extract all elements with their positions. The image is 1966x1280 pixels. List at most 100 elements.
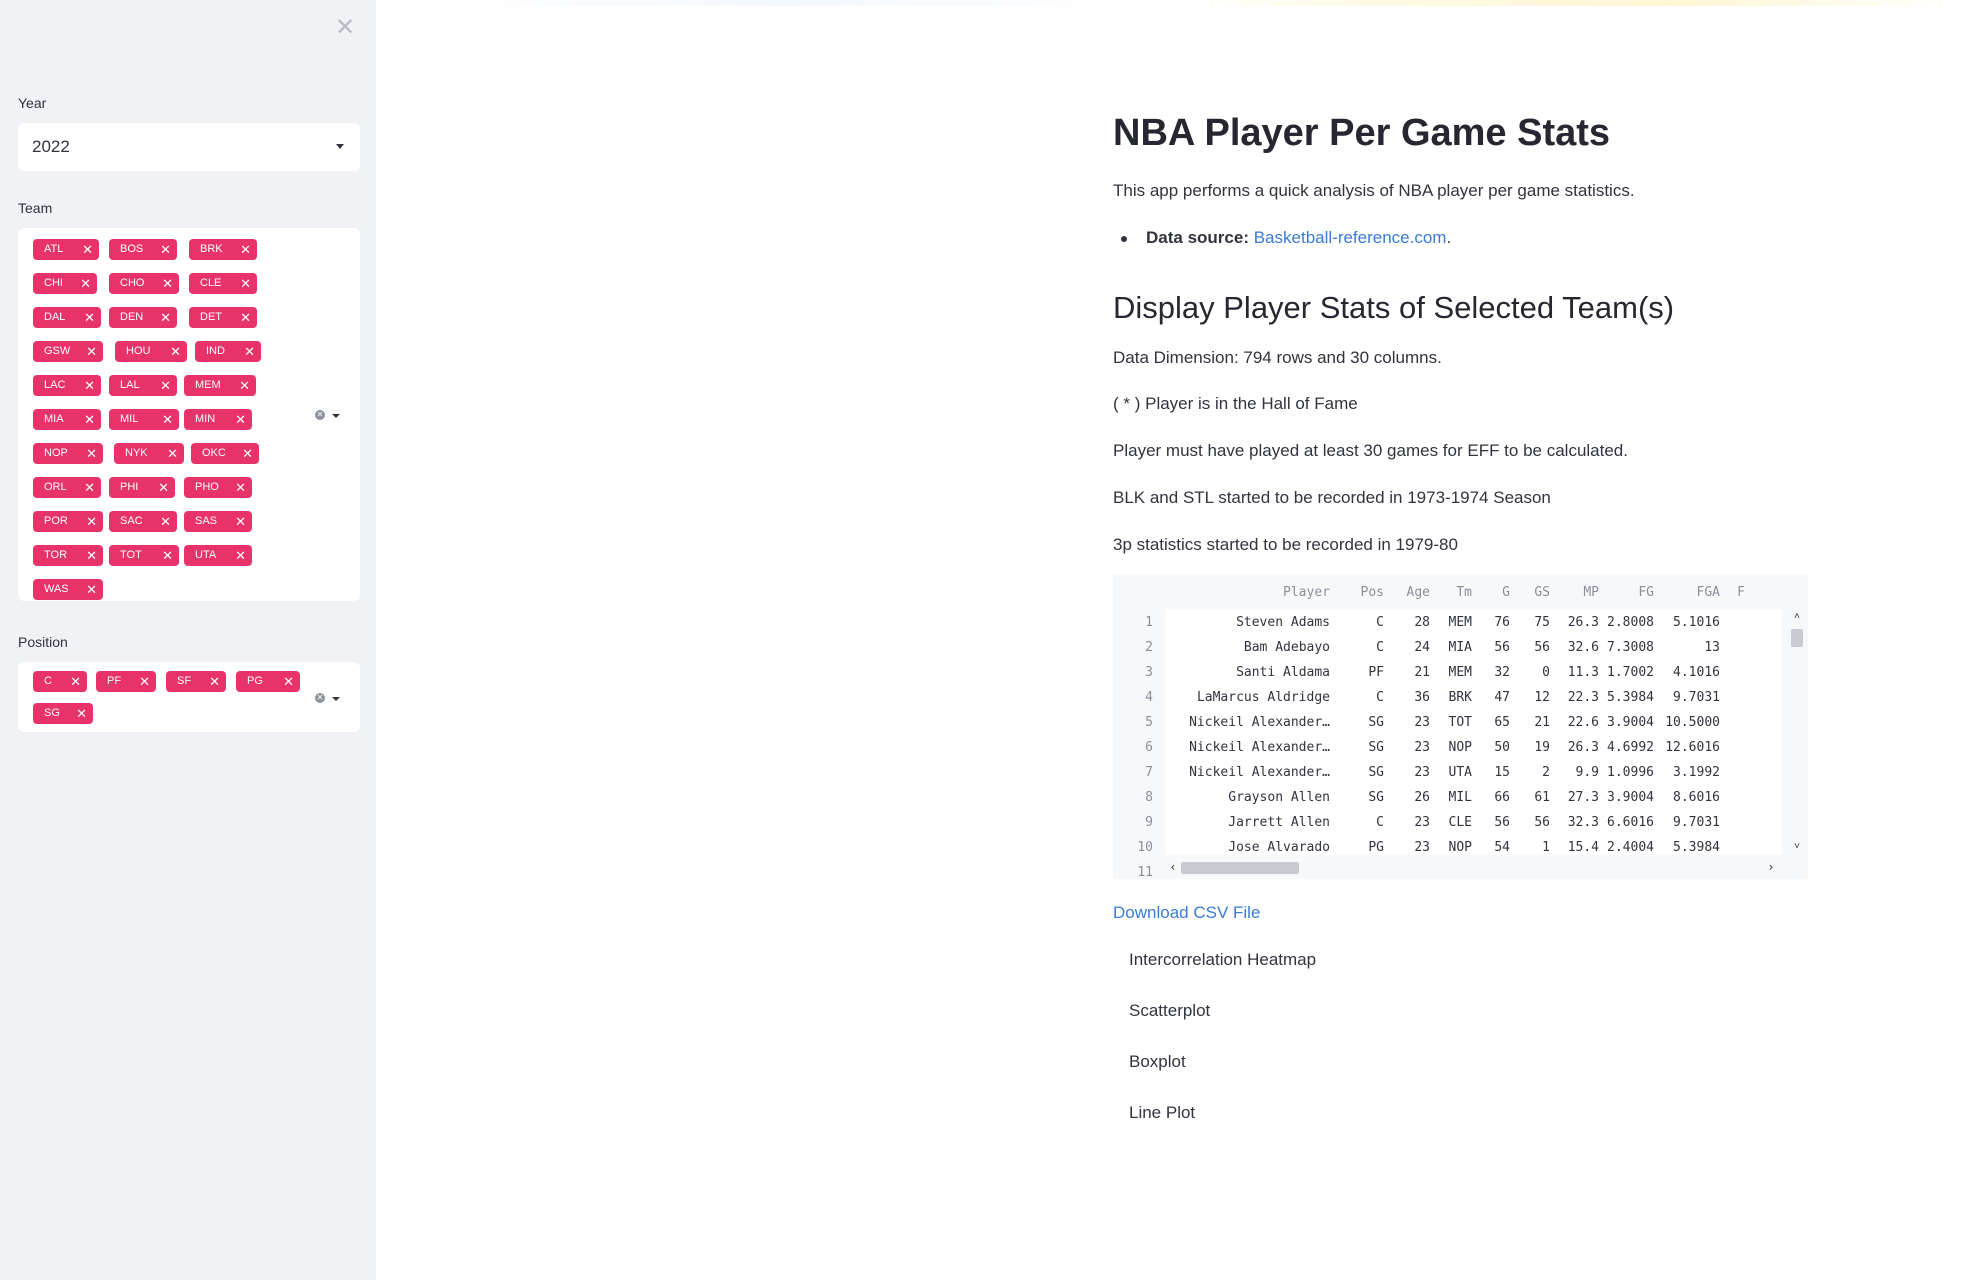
team-tag[interactable]: HOU ✕ — [115, 341, 187, 362]
chevron-down-icon[interactable] — [332, 414, 340, 418]
team-tag[interactable]: MIN ✕ — [184, 409, 252, 430]
remove-tag-icon[interactable]: ✕ — [84, 307, 95, 328]
team-tag[interactable]: SAS ✕ — [184, 511, 252, 532]
remove-tag-icon[interactable]: ✕ — [76, 703, 87, 724]
remove-tag-icon[interactable]: ✕ — [86, 443, 97, 464]
team-tag[interactable]: DAL ✕ — [33, 307, 101, 328]
column-header[interactable]: MP — [1583, 585, 1599, 600]
remove-tag-icon[interactable]: ✕ — [160, 239, 171, 260]
remove-tag-icon[interactable]: ✕ — [86, 341, 97, 362]
column-header[interactable]: FG — [1638, 585, 1654, 600]
column-header[interactable]: F — [1737, 585, 1745, 600]
team-tag[interactable]: MEM ✕ — [184, 375, 256, 396]
position-multiselect[interactable]: C ✕ PF ✕ SF ✕ PG ✕ SG ✕ ✕ — [18, 662, 360, 732]
team-tag[interactable]: GSW ✕ — [33, 341, 103, 362]
column-header[interactable]: FGA — [1697, 585, 1720, 600]
team-tag[interactable]: DET ✕ — [189, 307, 257, 328]
remove-tag-icon[interactable]: ✕ — [80, 273, 91, 294]
team-tag[interactable]: BRK ✕ — [189, 239, 257, 260]
remove-tag-icon[interactable]: ✕ — [86, 545, 97, 566]
position-tag[interactable]: SG ✕ — [33, 703, 93, 724]
team-tag[interactable]: DEN ✕ — [109, 307, 177, 328]
remove-tag-icon[interactable]: ✕ — [86, 511, 97, 532]
column-header[interactable]: Player — [1283, 585, 1330, 600]
remove-tag-icon[interactable]: ✕ — [158, 477, 169, 498]
position-tag[interactable]: PG ✕ — [236, 671, 300, 692]
remove-tag-icon[interactable]: ✕ — [242, 443, 253, 464]
scroll-right-icon[interactable]: › — [1765, 861, 1777, 873]
option-boxplot[interactable]: Boxplot — [1129, 1052, 1186, 1072]
scroll-down-icon[interactable]: ˅ — [1791, 842, 1803, 852]
remove-tag-icon[interactable]: ✕ — [82, 239, 93, 260]
column-header[interactable]: Age — [1407, 585, 1430, 600]
remove-tag-icon[interactable]: ✕ — [162, 545, 173, 566]
remove-tag-icon[interactable]: ✕ — [84, 477, 95, 498]
remove-tag-icon[interactable]: ✕ — [244, 341, 255, 362]
column-header[interactable]: Tm — [1456, 585, 1472, 600]
remove-tag-icon[interactable]: ✕ — [235, 511, 246, 532]
team-tag[interactable]: MIA ✕ — [33, 409, 101, 430]
team-tag[interactable]: SAC ✕ — [109, 511, 177, 532]
team-multiselect[interactable]: ATL ✕ BOS ✕ BRK ✕ CHI ✕ CHO ✕ CLE ✕ DAL ✕ DEN ✕ DET ✕ GSW ✕… — [18, 228, 360, 601]
team-tag[interactable]: TOT ✕ — [109, 545, 179, 566]
remove-tag-icon[interactable]: ✕ — [167, 443, 178, 464]
scroll-thumb[interactable] — [1791, 629, 1803, 647]
column-header[interactable]: Pos — [1361, 585, 1384, 600]
remove-tag-icon[interactable]: ✕ — [235, 477, 246, 498]
option-heatmap[interactable]: Intercorrelation Heatmap — [1129, 950, 1316, 970]
remove-tag-icon[interactable]: ✕ — [70, 671, 81, 692]
team-tag[interactable]: MIL ✕ — [109, 409, 179, 430]
vertical-scrollbar[interactable]: ˄ ˅ — [1782, 609, 1808, 855]
data-source-link[interactable]: Basketball-reference.com — [1254, 228, 1447, 247]
team-tag[interactable]: NOP ✕ — [33, 443, 103, 464]
remove-tag-icon[interactable]: ✕ — [235, 409, 246, 430]
team-tag[interactable]: WAS ✕ — [33, 579, 103, 600]
remove-tag-icon[interactable]: ✕ — [240, 239, 251, 260]
remove-tag-icon[interactable]: ✕ — [170, 341, 181, 362]
team-tag[interactable]: UTA ✕ — [184, 545, 252, 566]
team-tag[interactable]: LAL ✕ — [109, 375, 177, 396]
remove-tag-icon[interactable]: ✕ — [86, 579, 97, 600]
remove-tag-icon[interactable]: ✕ — [160, 307, 171, 328]
team-tag[interactable]: BOS ✕ — [109, 239, 177, 260]
close-icon[interactable]: ✕ — [333, 16, 357, 40]
team-tag[interactable]: ATL ✕ — [33, 239, 99, 260]
column-header[interactable]: GS — [1534, 585, 1550, 600]
remove-tag-icon[interactable]: ✕ — [240, 273, 251, 294]
download-csv-link[interactable]: Download CSV File — [1113, 903, 1260, 923]
team-tag[interactable]: CHI ✕ — [33, 273, 97, 294]
team-tag[interactable]: TOR ✕ — [33, 545, 103, 566]
team-tag[interactable]: IND ✕ — [195, 341, 261, 362]
year-select[interactable]: 2022 — [18, 123, 360, 171]
chevron-down-icon[interactable] — [332, 697, 340, 701]
team-tag[interactable]: NYK ✕ — [114, 443, 184, 464]
remove-tag-icon[interactable]: ✕ — [162, 409, 173, 430]
option-lineplot[interactable]: Line Plot — [1129, 1103, 1195, 1123]
scroll-left-icon[interactable]: ‹ — [1167, 861, 1179, 873]
team-tag[interactable]: ORL ✕ — [33, 477, 101, 498]
remove-tag-icon[interactable]: ✕ — [139, 671, 150, 692]
team-tag[interactable]: PHI ✕ — [109, 477, 175, 498]
remove-tag-icon[interactable]: ✕ — [84, 375, 95, 396]
team-tag[interactable]: OKC ✕ — [191, 443, 259, 464]
position-tag[interactable]: SF ✕ — [166, 671, 226, 692]
stats-table[interactable]: Player Pos Age Tm G GS MP FG FGA F 1 2 3 4 5 6 7 8 9 10 11 … — [1113, 575, 1808, 879]
team-tag[interactable]: LAC ✕ — [33, 375, 101, 396]
remove-tag-icon[interactable]: ✕ — [239, 375, 250, 396]
scroll-up-icon[interactable]: ˄ — [1791, 612, 1803, 622]
clear-all-icon[interactable]: ✕ — [315, 693, 325, 703]
remove-tag-icon[interactable]: ✕ — [240, 307, 251, 328]
remove-tag-icon[interactable]: ✕ — [160, 511, 171, 532]
remove-tag-icon[interactable]: ✕ — [160, 375, 171, 396]
team-tag[interactable]: CHO ✕ — [109, 273, 179, 294]
team-tag[interactable]: POR ✕ — [33, 511, 103, 532]
remove-tag-icon[interactable]: ✕ — [84, 409, 95, 430]
team-tag[interactable]: PHO ✕ — [184, 477, 252, 498]
option-scatterplot[interactable]: Scatterplot — [1129, 1001, 1210, 1021]
clear-all-icon[interactable]: ✕ — [315, 410, 325, 420]
remove-tag-icon[interactable]: ✕ — [235, 545, 246, 566]
remove-tag-icon[interactable]: ✕ — [283, 671, 294, 692]
remove-tag-icon[interactable]: ✕ — [209, 671, 220, 692]
team-tag[interactable]: CLE ✕ — [189, 273, 257, 294]
scroll-thumb[interactable] — [1181, 862, 1299, 874]
